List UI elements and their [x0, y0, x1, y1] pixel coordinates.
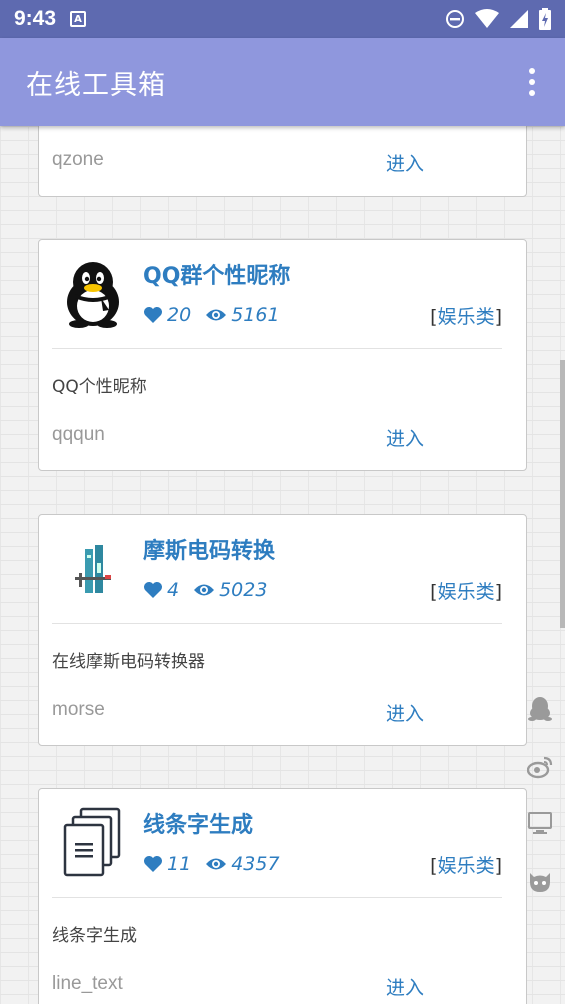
heart-icon — [144, 582, 162, 598]
bracket: ] — [494, 581, 502, 603]
category-text: 娱乐类 — [437, 581, 495, 603]
card-stats: 20 5161 — [143, 304, 280, 326]
category-label[interactable]: [娱乐类] — [430, 302, 502, 329]
tool-card: QQ群个性昵称 20 5161 [娱乐类] QQ个性昵称 qqqun 进入 — [38, 239, 527, 471]
signal-icon — [510, 10, 528, 28]
card-id: qqqun — [52, 424, 105, 445]
card-stats: 4 5023 — [143, 579, 267, 601]
status-time: 9:43 — [14, 7, 57, 30]
app-bar: 在线工具箱 — [0, 38, 565, 126]
view-count: 5161 — [231, 304, 280, 326]
card-footer: qqqun 进入 — [52, 424, 526, 450]
enter-link[interactable]: 进入 — [386, 149, 424, 176]
battery-icon — [539, 8, 551, 30]
card-id: qzone — [52, 149, 104, 170]
monitor-icon[interactable] — [527, 810, 553, 836]
bracket: ] — [494, 855, 502, 877]
card-title[interactable]: 线条字生成 — [143, 807, 253, 839]
view-count: 4357 — [231, 853, 280, 875]
wifi-icon — [475, 9, 499, 28]
app-title: 在线工具箱 — [26, 69, 166, 101]
bracket: [ — [430, 581, 438, 603]
bracket: [ — [430, 855, 438, 877]
qq-penguin-icon — [67, 262, 119, 328]
heart-icon — [144, 307, 162, 323]
github-icon[interactable] — [527, 868, 553, 894]
card-description: QQ个性昵称 — [52, 377, 147, 397]
card-divider — [52, 897, 502, 898]
enter-link[interactable]: 进入 — [386, 973, 424, 1000]
qq-icon[interactable] — [527, 696, 553, 722]
notification-icon: A — [70, 11, 87, 27]
category-label[interactable]: [娱乐类] — [430, 851, 502, 878]
card-title[interactable]: QQ群个性昵称 — [143, 258, 290, 290]
bracket: ] — [494, 306, 502, 328]
heart-icon — [144, 856, 162, 872]
card-stats: 11 4357 — [143, 853, 280, 875]
tool-card: 摩斯电码转换 4 5023 [娱乐类] 在线摩斯电码转换器 morse 进入 — [38, 514, 527, 746]
eye-icon — [206, 858, 227, 870]
card-divider — [52, 348, 502, 349]
eye-icon — [194, 584, 215, 596]
dnd-icon — [446, 10, 464, 28]
menu-dot — [529, 90, 535, 96]
card-footer: morse 进入 — [52, 699, 526, 725]
view-count: 5023 — [219, 579, 268, 601]
like-count: 4 — [167, 579, 180, 601]
bracket: [ — [430, 306, 438, 328]
status-bar: 9:43 A — [0, 0, 565, 38]
documents-icon — [63, 807, 121, 877]
enter-link[interactable]: 进入 — [386, 424, 424, 451]
card-description: 线条字生成 — [52, 926, 137, 946]
weibo-icon[interactable] — [527, 754, 553, 780]
overflow-menu-button[interactable] — [525, 62, 539, 102]
card-footer: line_text 进入 — [52, 973, 526, 999]
card-description: 在线摩斯电码转换器 — [52, 652, 205, 672]
category-text: 娱乐类 — [437, 306, 495, 328]
menu-dot — [529, 79, 535, 85]
morse-device-icon — [75, 545, 111, 593]
card-header: 摩斯电码转换 4 5023 [娱乐类] — [39, 515, 526, 625]
scrollbar-thumb[interactable] — [560, 360, 565, 628]
like-count: 11 — [167, 853, 192, 875]
category-text: 娱乐类 — [437, 855, 495, 877]
card-id: line_text — [52, 973, 123, 994]
like-count: 20 — [167, 304, 192, 326]
card-header: QQ群个性昵称 20 5161 [娱乐类] — [39, 240, 526, 350]
status-icons — [445, 8, 551, 30]
card-footer: qzone 进入 — [52, 149, 526, 175]
tool-card: 线条字生成 11 4357 [娱乐类] 线条字生成 line_text 进入 — [38, 788, 527, 1004]
category-label[interactable]: [娱乐类] — [430, 577, 502, 604]
eye-icon — [206, 309, 227, 321]
card-header: 线条字生成 11 4357 [娱乐类] — [39, 789, 526, 899]
card-title[interactable]: 摩斯电码转换 — [143, 533, 275, 565]
card-divider — [52, 623, 502, 624]
enter-link[interactable]: 进入 — [386, 699, 424, 726]
card-id: morse — [52, 699, 105, 720]
menu-dot — [529, 68, 535, 74]
